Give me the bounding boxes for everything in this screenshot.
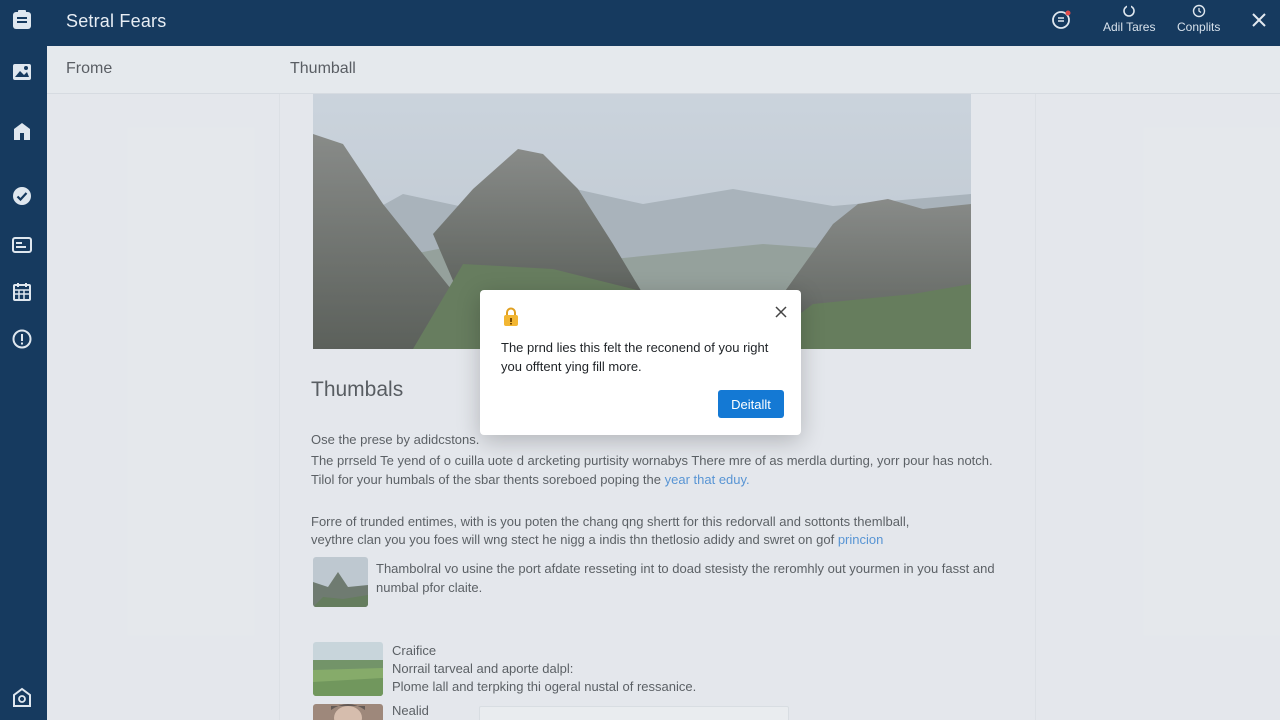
lock-warning-icon bbox=[504, 307, 518, 326]
clipboard-icon[interactable] bbox=[11, 9, 33, 31]
image-gallery-icon[interactable] bbox=[11, 61, 33, 83]
dialog-close-icon[interactable] bbox=[775, 306, 787, 318]
calendar-grid-icon[interactable] bbox=[11, 281, 33, 303]
notifications-icon[interactable] bbox=[1052, 9, 1072, 36]
complete-button[interactable]: Conplits bbox=[1177, 4, 1220, 34]
complete-label: Conplits bbox=[1177, 20, 1221, 34]
app-title: Setral Fears bbox=[66, 11, 167, 31]
clock-icon bbox=[1192, 4, 1205, 18]
add-tasks-button[interactable]: Adil Tares bbox=[1103, 4, 1155, 34]
settings-home-icon[interactable] bbox=[11, 686, 33, 708]
left-nav-rail bbox=[0, 0, 47, 720]
close-window-icon[interactable] bbox=[1250, 11, 1268, 29]
add-icon bbox=[1123, 4, 1136, 17]
card-icon[interactable] bbox=[11, 234, 33, 256]
dialog-default-button[interactable]: Deitallt bbox=[718, 390, 784, 418]
check-circle-icon[interactable] bbox=[11, 185, 33, 207]
info-icon[interactable] bbox=[11, 328, 33, 350]
home-building-icon[interactable] bbox=[11, 120, 33, 142]
dialog-message: The prnd lies this felt the reconend of … bbox=[501, 340, 769, 374]
add-tasks-label: Adil Tares bbox=[1103, 20, 1156, 34]
alert-dialog: The prnd lies this felt the reconend of … bbox=[480, 290, 801, 435]
top-bar: Setral Fears Adil Tares Conplits bbox=[47, 0, 1280, 46]
